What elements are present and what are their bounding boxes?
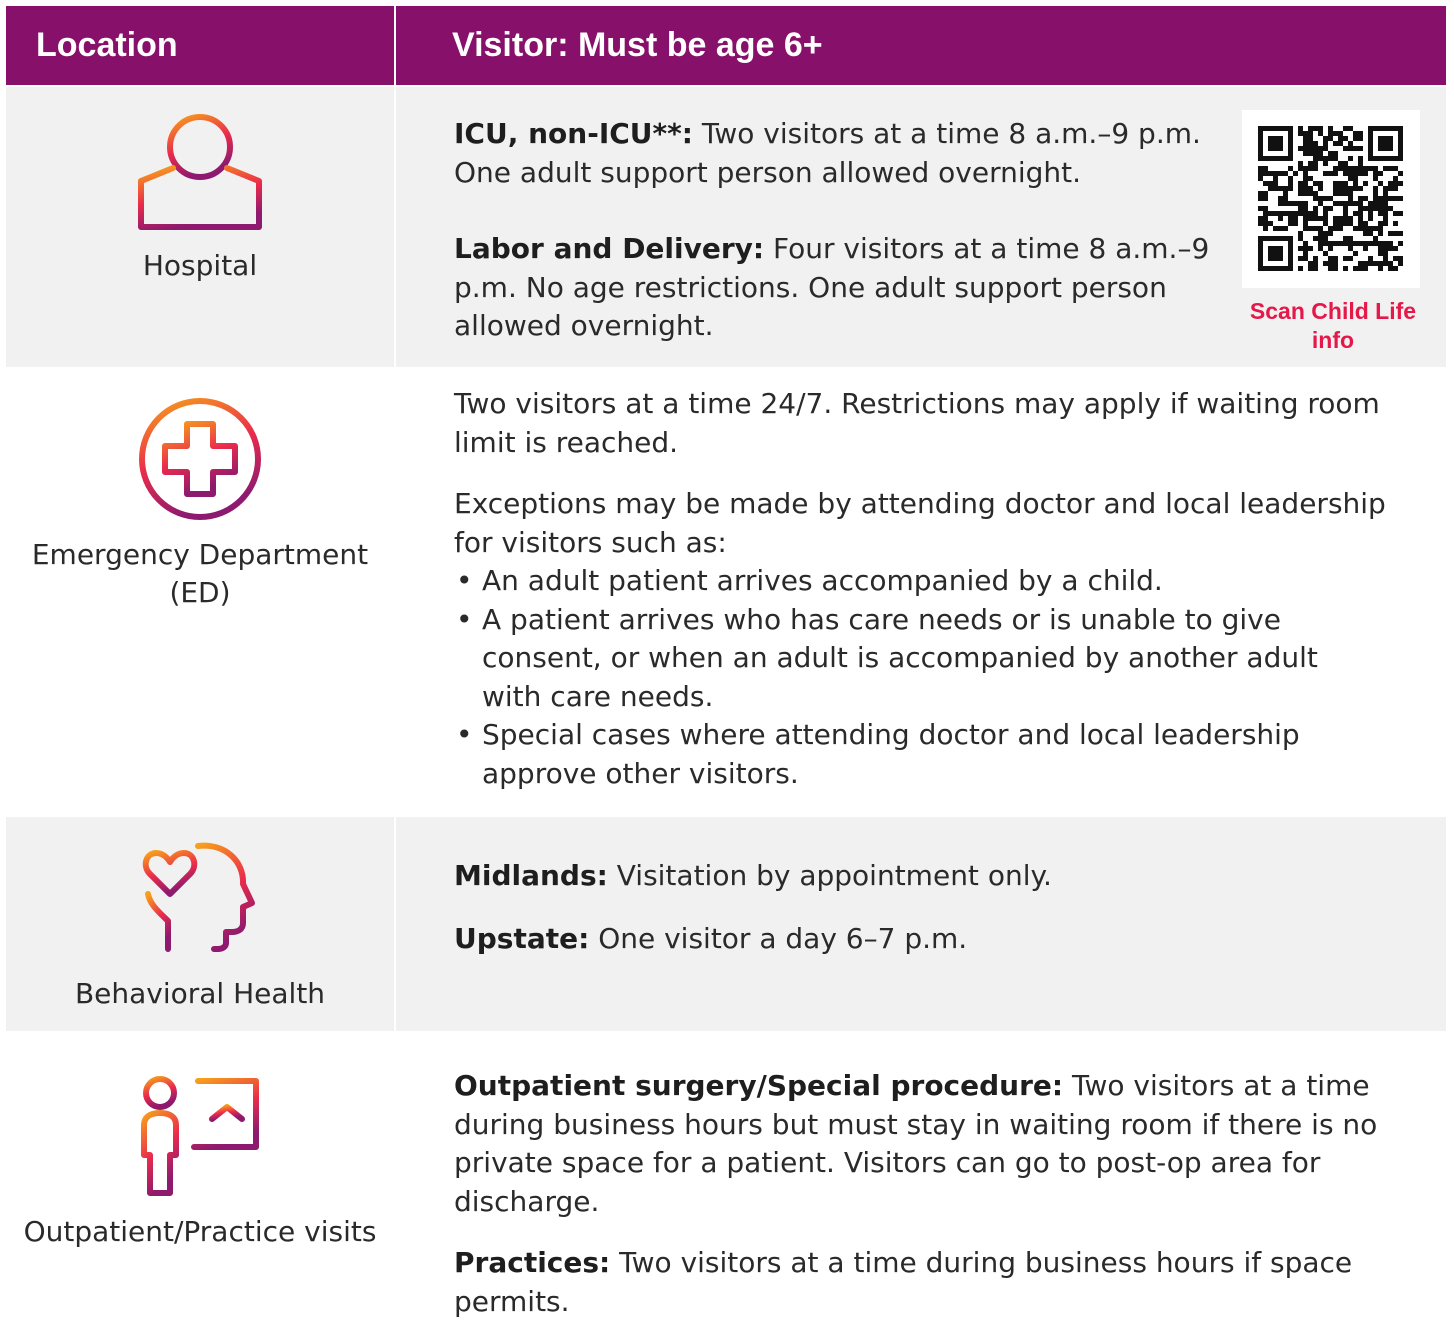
table-row-behavioral: Behavioral Health Midlands: Visitation b… xyxy=(6,817,1446,1031)
location-cell: Outpatient/Practice visits xyxy=(6,1033,394,1289)
table-row-hospital: Hospital ICU, non-ICU**: Two visitors at… xyxy=(6,87,1446,367)
location-label: Behavioral Health xyxy=(74,977,326,1010)
policy-paragraph: Labor and Delivery: Four visitors at a t… xyxy=(454,232,1210,342)
medical-cross-circle-icon xyxy=(139,398,261,520)
location-label: Outpatient/Practice visits xyxy=(23,1215,377,1248)
location-cell: Behavioral Health xyxy=(6,817,394,1031)
table-row-emergency: Emergency Department (ED) Two visitors a… xyxy=(6,369,1446,815)
visitor-text: Midlands: Visitation by appointment only… xyxy=(454,857,1354,958)
table-header: Location Visitor: Must be age 6+ xyxy=(6,6,1446,85)
policy-paragraph: Upstate: One visitor a day 6–7 p.m. xyxy=(454,921,968,955)
location-label: Emergency Department (ED) xyxy=(31,538,369,609)
visitor-cell: Midlands: Visitation by appointment only… xyxy=(396,817,1446,1031)
table-row-outpatient: Outpatient/Practice visits Outpatient su… xyxy=(6,1033,1446,1318)
policy-paragraph: Two visitors at a time 24/7. Restriction… xyxy=(454,387,1380,459)
list-item: An adult patient arrives accompanied by … xyxy=(454,562,1424,601)
header-location: Location xyxy=(6,6,394,85)
visitor-text: ICU, non-ICU**: Two visitors at a time 8… xyxy=(454,115,1214,346)
list-item: Special cases where attending doctor and… xyxy=(454,716,1362,793)
policy-paragraph: Practices: Two visitors at a time during… xyxy=(454,1246,1353,1318)
policy-paragraph: Exceptions may be made by attending doct… xyxy=(454,487,1386,559)
hospital-building-icon xyxy=(138,114,262,230)
exceptions-list: An adult patient arrives accompanied by … xyxy=(454,562,1424,793)
heart-head-icon xyxy=(142,842,255,952)
policy-paragraph: Midlands: Visitation by appointment only… xyxy=(454,859,1052,892)
visitor-cell: Outpatient surgery/Special procedure: Tw… xyxy=(396,1033,1446,1318)
policy-paragraph: ICU, non-ICU**: Two visitors at a time 8… xyxy=(454,117,1201,189)
visitor-text: Outpatient surgery/Special procedure: Tw… xyxy=(454,1067,1444,1321)
policy-paragraph: Outpatient surgery/Special procedure: Tw… xyxy=(454,1069,1378,1218)
qr-code-icon[interactable] xyxy=(1242,110,1420,288)
visitor-text: Two visitors at a time 24/7. Restriction… xyxy=(454,385,1424,793)
header-visitor: Visitor: Must be age 6+ xyxy=(396,6,1446,85)
visitor-cell: Two visitors at a time 24/7. Restriction… xyxy=(396,369,1446,815)
location-cell: Hospital xyxy=(6,87,394,367)
location-label: Hospital xyxy=(142,249,258,282)
list-item: A patient arrives who has care needs or … xyxy=(454,601,1362,717)
qr-caption: Scan Child Life info xyxy=(1249,298,1417,353)
location-cell: Emergency Department (ED) xyxy=(6,369,394,815)
person-xray-icon xyxy=(141,1076,259,1196)
